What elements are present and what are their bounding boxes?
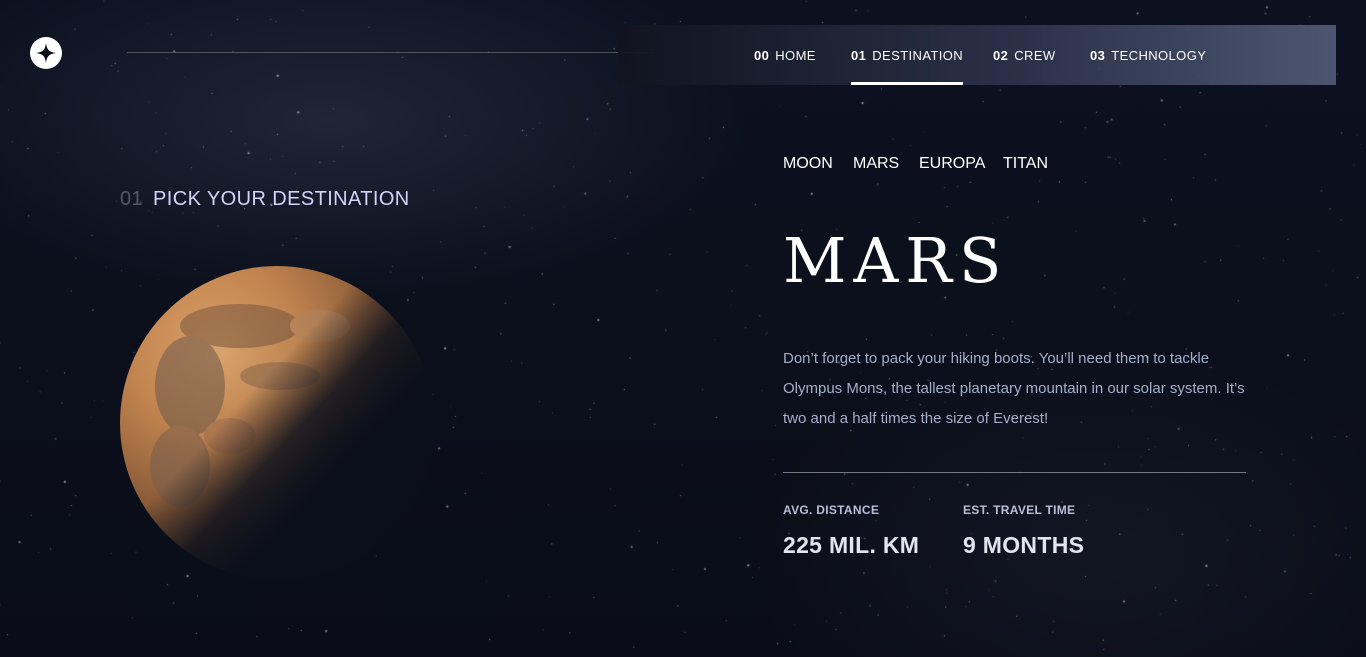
page-title: 01 PICK YOUR DESTINATION bbox=[120, 188, 410, 211]
tab-moon[interactable]: MOON bbox=[783, 155, 833, 173]
planet-image bbox=[119, 265, 435, 581]
tab-mars[interactable]: MARS bbox=[853, 155, 899, 173]
tab-europa[interactable]: EUROPA bbox=[919, 155, 985, 173]
stat-label: AVG. DISTANCE bbox=[783, 503, 880, 517]
star-compass-icon[interactable] bbox=[30, 37, 62, 69]
nav-item-technology[interactable]: 03 TECHNOLOGY bbox=[1090, 25, 1206, 85]
stat-label: EST. TRAVEL TIME bbox=[963, 503, 1076, 517]
nav-item-destination[interactable]: 01 DESTINATION bbox=[851, 25, 964, 85]
stat-avg-distance: AVG. DISTANCE 225 MIL. KM bbox=[783, 503, 919, 559]
nav-item-number: 01 bbox=[851, 47, 867, 63]
nav-item-label: DESTINATION bbox=[872, 47, 964, 63]
nav-item-number: 00 bbox=[754, 47, 770, 63]
nav-item-label: HOME bbox=[775, 47, 816, 63]
tab-titan[interactable]: TITAN bbox=[1003, 155, 1048, 173]
destination-name: MARS bbox=[783, 224, 1009, 297]
nav-item-number: 03 bbox=[1090, 47, 1106, 63]
stats-divider bbox=[783, 472, 1246, 473]
main-nav: 00 HOME 01 DESTINATION 02 CREW 03 TECHNO… bbox=[618, 25, 1336, 85]
page-title-text: PICK YOUR DESTINATION bbox=[153, 188, 410, 210]
stat-travel-time: EST. TRAVEL TIME 9 MONTHS bbox=[963, 503, 1084, 559]
stat-value: 9 MONTHS bbox=[963, 532, 1085, 558]
nav-item-label: TECHNOLOGY bbox=[1111, 47, 1207, 63]
nav-item-crew[interactable]: 02 CREW bbox=[993, 25, 1056, 85]
header-divider bbox=[127, 52, 655, 53]
nav-item-label: CREW bbox=[1014, 47, 1056, 63]
stat-value: 225 MIL. KM bbox=[783, 532, 920, 558]
nav-item-number: 02 bbox=[993, 47, 1009, 63]
page-title-number: 01 bbox=[120, 188, 144, 210]
nav-item-home[interactable]: 00 HOME bbox=[754, 25, 816, 85]
destination-description: Don’t forget to pack your hiking boots. … bbox=[783, 350, 1245, 427]
